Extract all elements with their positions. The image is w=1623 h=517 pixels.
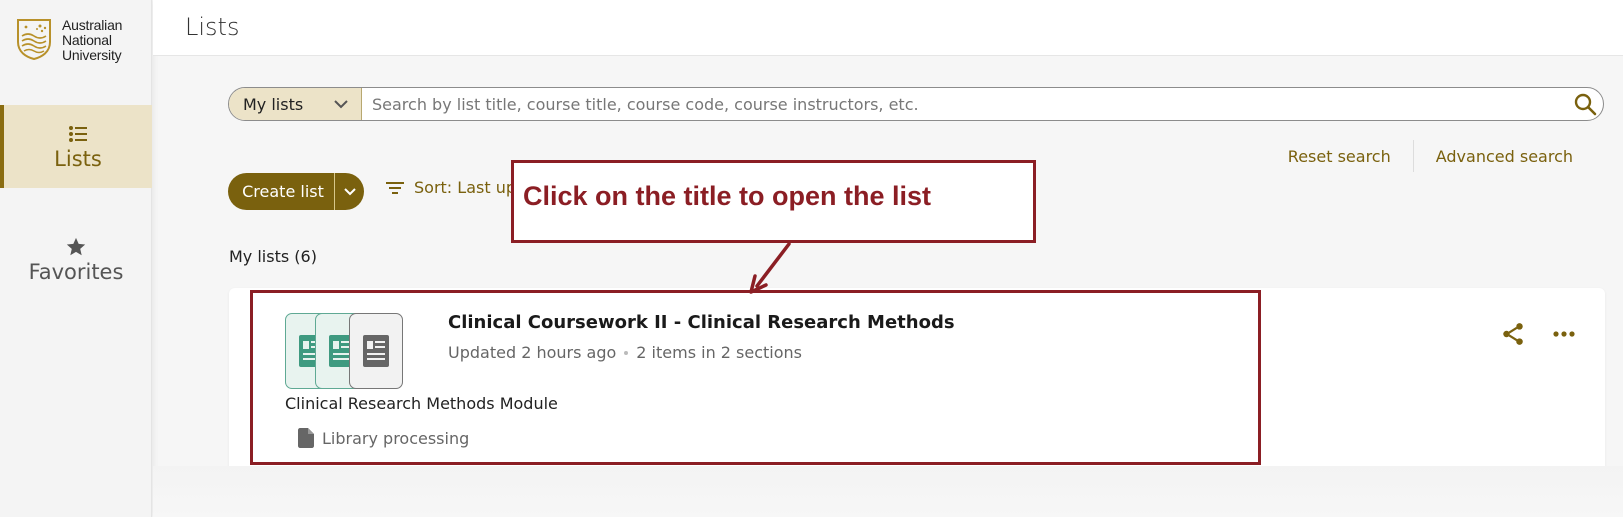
page-bottom [153,466,1623,517]
chevron-down-icon [343,187,356,195]
list-course: Clinical Research Methods Module [285,394,558,413]
annotation-arrow-icon [749,242,791,294]
lists-count-label: My lists (6) [229,247,317,266]
app-root: Australian National University Lists Fav… [0,0,1623,517]
annotation-text: Click on the title to open the list [523,181,932,211]
create-list-split-button: Create list [228,173,364,210]
sidebar-item-favorites[interactable]: Favorites [0,225,152,295]
logo-text: Australian National University [62,18,122,63]
sort-button[interactable]: Sort: Last up [386,178,516,197]
anu-logo[interactable]: Australian National University [16,18,122,63]
list-item: Clinical Coursework II - Clinical Resear… [229,288,1605,468]
anu-crest-icon [17,19,51,60]
list-icon [69,125,87,142]
list-thumbnails [285,313,415,389]
annotation-callout: Click on the title to open the list [511,160,1036,243]
separator-dot [624,350,629,355]
page-title: Lists [185,13,240,41]
search-input[interactable] [362,88,1567,120]
star-icon [66,237,86,256]
sidebar-item-lists[interactable]: Lists [0,105,152,188]
list-status: Library processing [298,428,469,448]
chevron-down-icon [334,100,348,109]
logo-line: University [62,47,122,63]
list-meta: Updated 2 hours ago 2 items in 2 section… [448,343,802,362]
sidebar: Australian National University Lists Fav… [0,0,152,517]
list-status-label: Library processing [322,428,470,448]
search-icon [1574,93,1597,116]
more-icon [1553,331,1575,337]
search-scope-dropdown[interactable]: My lists [229,88,362,120]
create-list-menu-button[interactable] [334,173,364,210]
file-icon [298,428,314,448]
list-updated: Updated 2 hours ago [448,343,617,362]
top-bar: Lists [153,0,1623,56]
reset-search-link[interactable]: Reset search [1266,147,1413,166]
thumbnail [349,313,403,389]
search-links: Reset search Advanced search [1266,140,1595,172]
filter-icon [386,181,404,194]
search-button[interactable] [1567,88,1603,120]
create-list-button[interactable]: Create list [228,182,334,201]
logo-line: Australian [62,17,123,33]
sidebar-item-label: Lists [54,146,102,171]
logo-line: National [62,32,112,48]
document-icon [363,335,389,367]
share-icon[interactable] [1500,321,1526,347]
sort-label: Sort: Last up [414,178,516,197]
more-options-button[interactable] [1551,321,1577,347]
search-scope-label: My lists [243,94,304,114]
list-items-count: 2 items in 2 sections [636,343,803,362]
search-bar: My lists [228,87,1604,121]
list-title-link[interactable]: Clinical Coursework II - Clinical Resear… [448,312,955,333]
advanced-search-link[interactable]: Advanced search [1414,147,1595,166]
sidebar-item-label: Favorites [28,260,124,284]
